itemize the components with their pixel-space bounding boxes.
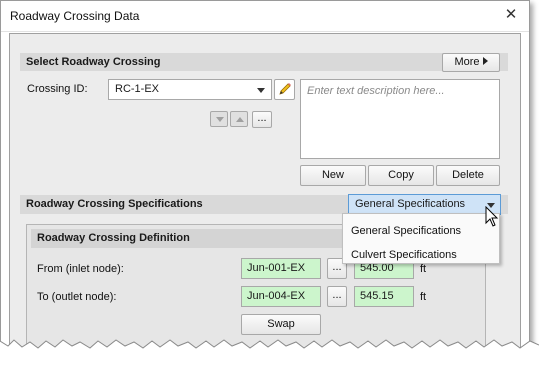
edit-id-button[interactable] <box>274 79 295 100</box>
to-elevation-value: 545.15 <box>360 290 394 302</box>
delete-button[interactable]: Delete <box>436 165 500 186</box>
new-button-label: New <box>321 169 344 181</box>
description-input[interactable]: Enter text description here... <box>300 79 500 159</box>
close-icon[interactable]: ✕ <box>501 5 521 25</box>
crossing-id-label: Crossing ID: <box>27 83 88 95</box>
roadway-crossing-dialog: Roadway Crossing Data ✕ Select Roadway C… <box>0 0 530 352</box>
pencil-icon <box>279 83 291 95</box>
to-label: To (outlet node): <box>37 291 117 303</box>
move-down-button[interactable] <box>210 111 228 127</box>
select-roadway-crossing-header: Select Roadway Crossing <box>20 53 508 71</box>
move-up-button[interactable] <box>230 111 248 127</box>
arrow-up-icon <box>236 117 244 122</box>
copy-button-label: Copy <box>388 169 414 181</box>
browse-label: ... <box>257 112 267 124</box>
to-node-field[interactable]: Jun-004-EX <box>241 286 321 307</box>
new-button[interactable]: New <box>300 165 366 186</box>
description-placeholder: Enter text description here... <box>307 85 445 97</box>
from-node-field[interactable]: Jun-001-EX <box>241 258 321 279</box>
section-title: Roadway Crossing Definition <box>37 232 190 244</box>
swap-button-label: Swap <box>267 318 295 330</box>
window-title: Roadway Crossing Data <box>10 9 140 23</box>
torn-edge-decoration <box>0 339 539 365</box>
swap-button[interactable]: Swap <box>241 314 321 335</box>
crossing-id-select[interactable]: RC-1-EX <box>108 79 272 100</box>
from-label: From (inlet node): <box>37 263 124 275</box>
to-elevation-field[interactable]: 545.15 <box>354 286 414 307</box>
delete-button-label: Delete <box>452 169 484 181</box>
menu-item-general-specifications[interactable]: General Specifications <box>351 225 461 237</box>
specifications-dropdown-menu: General Specifications Culvert Specifica… <box>342 213 500 264</box>
specifications-select[interactable]: General Specifications <box>348 194 501 215</box>
from-unit: ft <box>420 263 427 275</box>
menu-item-culvert-specifications[interactable]: Culvert Specifications <box>351 249 457 261</box>
copy-button[interactable]: Copy <box>368 165 434 186</box>
section-title: Select Roadway Crossing <box>26 56 161 68</box>
browse-label: ... <box>332 289 342 301</box>
more-button[interactable]: More <box>442 53 500 72</box>
arrow-down-icon <box>216 117 224 122</box>
section-title: Roadway Crossing Specifications <box>26 198 203 210</box>
to-browse-button[interactable]: ... <box>327 286 347 307</box>
to-node-value: Jun-004-EX <box>247 290 306 302</box>
browse-crossings-button[interactable]: ... <box>252 111 272 128</box>
from-node-value: Jun-001-EX <box>247 262 306 274</box>
to-unit: ft <box>420 291 427 303</box>
more-button-label: More <box>454 56 480 68</box>
title-bar: Roadway Crossing Data ✕ <box>1 1 529 32</box>
crossing-id-value: RC-1-EX <box>115 83 160 95</box>
specifications-selected: General Specifications <box>355 198 466 210</box>
dialog-body: Select Roadway Crossing More Crossing ID… <box>9 33 521 351</box>
mouse-cursor-icon <box>485 206 499 227</box>
chevron-down-icon <box>257 88 265 93</box>
browse-label: ... <box>332 261 342 273</box>
chevron-right-icon <box>482 57 488 65</box>
